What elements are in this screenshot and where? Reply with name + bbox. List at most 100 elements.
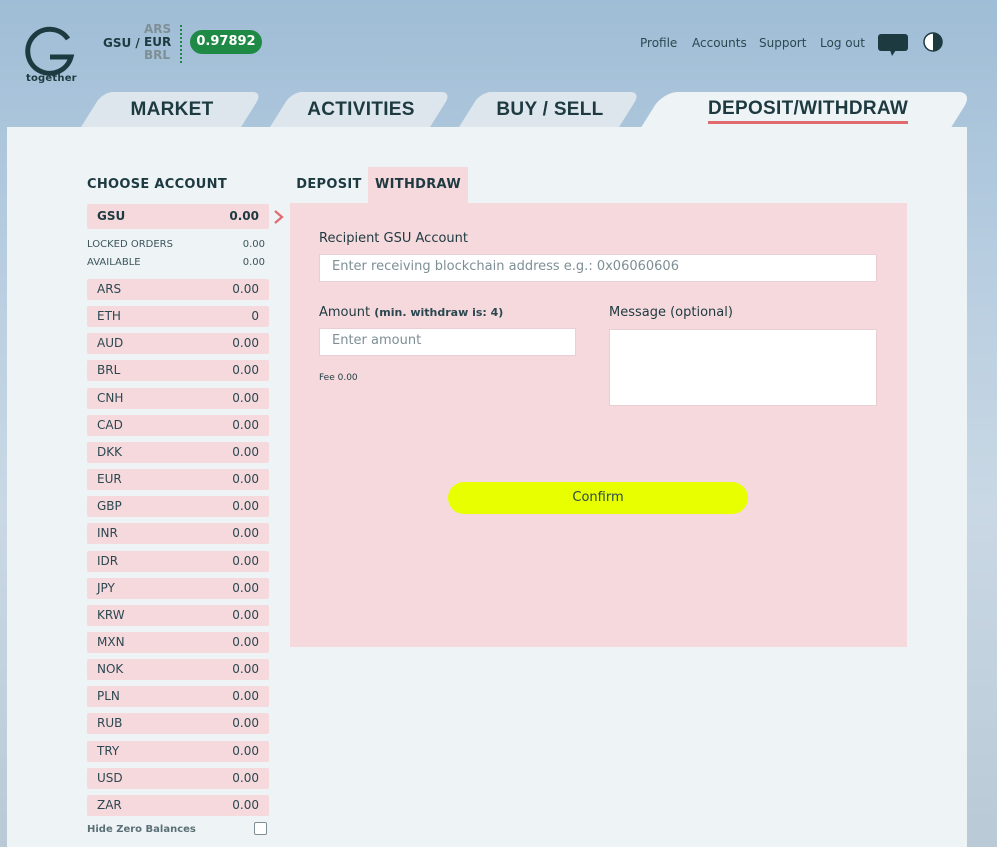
account-balance: 0.00 — [232, 282, 259, 296]
message-textarea[interactable] — [609, 329, 877, 406]
account-balance: 0.00 — [232, 390, 259, 405]
message-label: Message (optional) — [609, 305, 733, 320]
account-row-brl[interactable]: BRL 0.00 — [87, 360, 269, 382]
fee-text: Fee 0.00 — [319, 373, 358, 383]
account-row-jpy[interactable]: JPY 0.00 — [87, 577, 269, 599]
nav-logout-link[interactable]: Log out — [820, 36, 865, 50]
account-row-idr[interactable]: IDR 0.00 — [87, 550, 269, 572]
account-balance: 0 — [251, 309, 259, 324]
account-balance: 0.00 — [232, 689, 259, 704]
account-row-try[interactable]: TRY 0.00 — [87, 740, 269, 762]
account-balance: 0.00 — [232, 444, 259, 459]
account-row-mxn[interactable]: MXN 0.00 — [87, 631, 269, 653]
account-name: CAD — [97, 417, 123, 432]
tab-market[interactable]: MARKET — [81, 92, 263, 127]
account-row-aud[interactable]: AUD 0.00 — [87, 333, 269, 355]
account-name: CNH — [97, 390, 124, 405]
available-line: AVAILABLE 0.00 — [87, 257, 265, 268]
account-balance: 0.00 — [232, 526, 259, 541]
account-row-cnh[interactable]: CNH 0.00 — [87, 387, 269, 409]
account-row-ars[interactable]: ARS 0.00 — [87, 279, 269, 300]
subtab-deposit[interactable]: DEPOSIT — [290, 167, 368, 203]
account-name: IDR — [97, 553, 119, 568]
account-balance: 0.00 — [232, 580, 259, 595]
account-balance: 0.00 — [232, 472, 259, 487]
pair-base-currency: GSU / — [103, 36, 140, 50]
available-value: 0.00 — [242, 257, 265, 268]
account-balance: 0.00 — [232, 716, 259, 731]
nav-support-link[interactable]: Support — [759, 36, 806, 50]
account-balance: 0.00 — [232, 417, 259, 432]
account-name: NOK — [97, 662, 124, 677]
account-name: EUR — [97, 472, 122, 487]
account-balance: 0.00 — [232, 634, 259, 649]
account-balance: 0.00 — [232, 797, 259, 812]
tab-deposit-withdraw-label[interactable]: DEPOSIT/WITHDRAW — [708, 97, 909, 124]
account-row-selected[interactable]: GSU 0.00 — [87, 204, 269, 229]
tab-buy-sell[interactable]: BUY / SELL — [459, 92, 641, 127]
account-balance: 0.00 — [232, 553, 259, 568]
chat-bubble-icon[interactable] — [878, 34, 908, 56]
recipient-label: Recipient GSU Account — [319, 231, 468, 246]
pair-quote-selector[interactable]: ARS EUR BRL — [144, 23, 171, 62]
subtab-withdraw[interactable]: WITHDRAW — [368, 167, 468, 203]
account-name: ZAR — [97, 797, 122, 812]
available-label: AVAILABLE — [87, 257, 141, 268]
account-row-cad[interactable]: CAD 0.00 — [87, 414, 269, 436]
account-name: GSU — [97, 209, 126, 223]
account-name: INR — [97, 526, 118, 541]
account-name: ETH — [97, 309, 121, 324]
account-row-zar[interactable]: ZAR 0.00 — [87, 794, 269, 816]
chevron-right-icon — [274, 210, 284, 224]
contrast-toggle-icon[interactable] — [923, 32, 943, 52]
account-name: AUD — [97, 336, 124, 351]
account-balance: 0.00 — [232, 336, 259, 351]
account-name: PLN — [97, 689, 120, 704]
hide-zero-checkbox[interactable] — [254, 822, 267, 835]
account-name: MXN — [97, 634, 125, 649]
account-name: BRL — [97, 363, 121, 378]
account-row-krw[interactable]: KRW 0.00 — [87, 604, 269, 626]
account-balance: 0.00 — [229, 209, 259, 223]
pair-divider — [180, 25, 182, 63]
account-row-usd[interactable]: USD 0.00 — [87, 767, 269, 789]
account-row-rub[interactable]: RUB 0.00 — [87, 713, 269, 735]
account-name: GBP — [97, 499, 122, 514]
account-row-dkk[interactable]: DKK 0.00 — [87, 441, 269, 463]
account-balance: 0.00 — [232, 607, 259, 622]
amount-hint: (min. withdraw is: 4) — [374, 306, 504, 319]
account-balance: 0.00 — [232, 363, 259, 378]
price-badge: 0.97892 — [190, 30, 262, 54]
locked-orders-line: LOCKED ORDERS 0.00 — [87, 239, 265, 250]
account-row-gbp[interactable]: GBP 0.00 — [87, 496, 269, 518]
account-name: KRW — [97, 607, 125, 622]
amount-input[interactable]: Enter amount — [319, 328, 576, 356]
account-balance: 0.00 — [232, 662, 259, 677]
account-row-eur[interactable]: EUR 0.00 — [87, 469, 269, 491]
recipient-address-input[interactable]: Enter receiving blockchain address e.g.:… — [319, 254, 877, 282]
account-row-pln[interactable]: PLN 0.00 — [87, 686, 269, 708]
tab-activities[interactable]: ACTIVITIES — [270, 92, 452, 127]
amount-label: Amount (min. withdraw is: 4) — [319, 305, 504, 320]
nav-profile-link[interactable]: Profile — [640, 36, 677, 50]
nav-accounts-link[interactable]: Accounts — [692, 36, 747, 50]
account-row-inr[interactable]: INR 0.00 — [87, 523, 269, 545]
account-name: DKK — [97, 444, 122, 459]
account-name: USD — [97, 770, 123, 785]
account-balance: 0.00 — [232, 770, 259, 785]
account-balance: 0.00 — [232, 499, 259, 514]
account-row-nok[interactable]: NOK 0.00 — [87, 659, 269, 681]
account-balance: 0.00 — [232, 743, 259, 758]
confirm-button[interactable]: Confirm — [448, 482, 748, 514]
account-name: JPY — [97, 580, 115, 595]
logo-wordmark: together — [26, 73, 77, 84]
locked-orders-label: LOCKED ORDERS — [87, 239, 173, 250]
locked-orders-value: 0.00 — [242, 239, 265, 250]
account-name: RUB — [97, 716, 123, 731]
account-name: ARS — [97, 282, 122, 296]
quote-option-brl[interactable]: BRL — [144, 49, 171, 62]
account-row-eth[interactable]: ETH 0 — [87, 306, 269, 328]
account-name: TRY — [97, 743, 120, 758]
hide-zero-label: Hide Zero Balances — [87, 824, 196, 835]
choose-account-heading: CHOOSE ACCOUNT — [87, 177, 227, 192]
